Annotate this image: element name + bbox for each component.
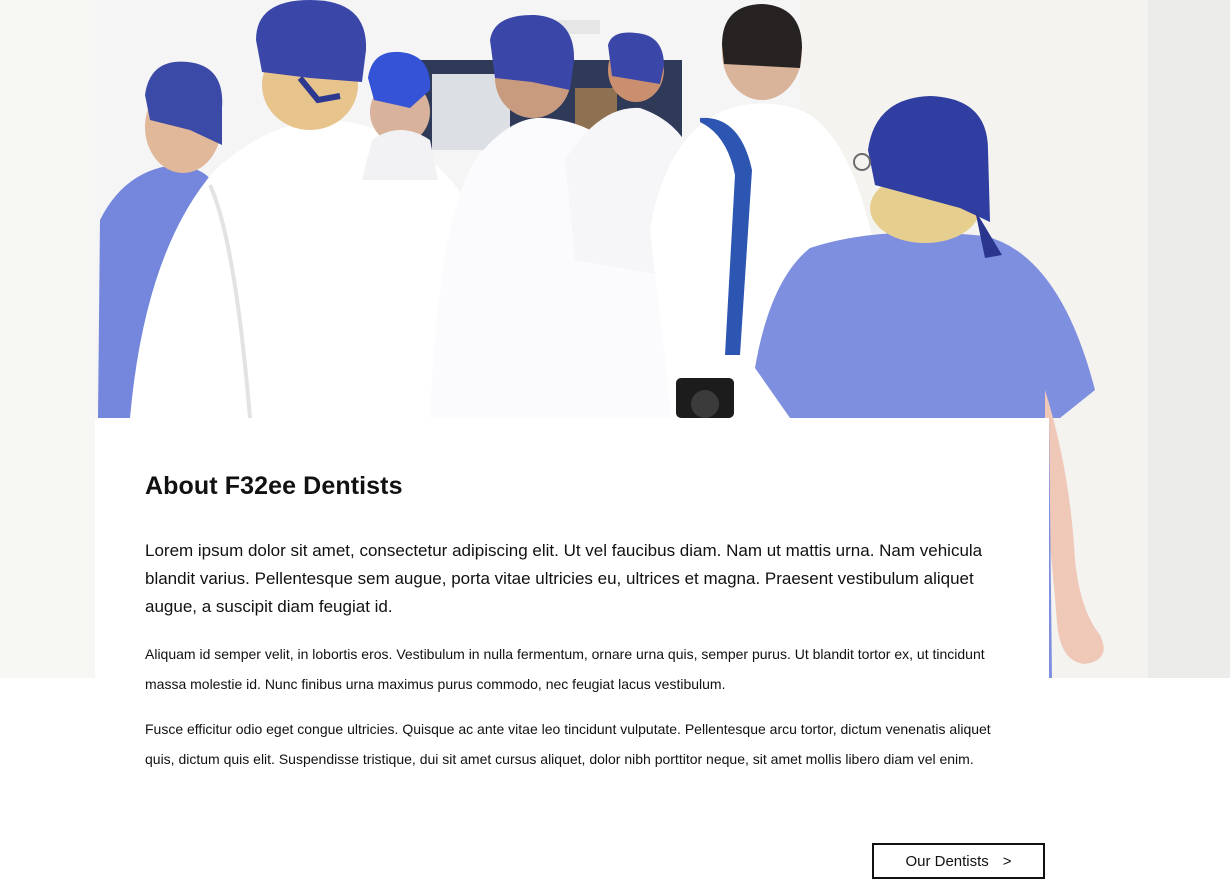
our-dentists-button[interactable]: Our Dentists > [872, 843, 1045, 879]
chevron-right-icon: > [1002, 852, 1012, 870]
about-paragraph-1: Aliquam id semper velit, in lobortis ero… [145, 646, 985, 692]
about-page: About F32ee Dentists Lorem ipsum dolor s… [0, 0, 1230, 888]
about-title: About F32ee Dentists [145, 472, 403, 500]
about-card: About F32ee Dentists Lorem ipsum dolor s… [95, 418, 1049, 888]
about-lead-paragraph: Lorem ipsum dolor sit amet, consectetur … [145, 541, 983, 616]
about-paragraph-2: Fusce efficitur odio eget congue ultrici… [145, 721, 991, 767]
our-dentists-label: Our Dentists [905, 852, 989, 870]
